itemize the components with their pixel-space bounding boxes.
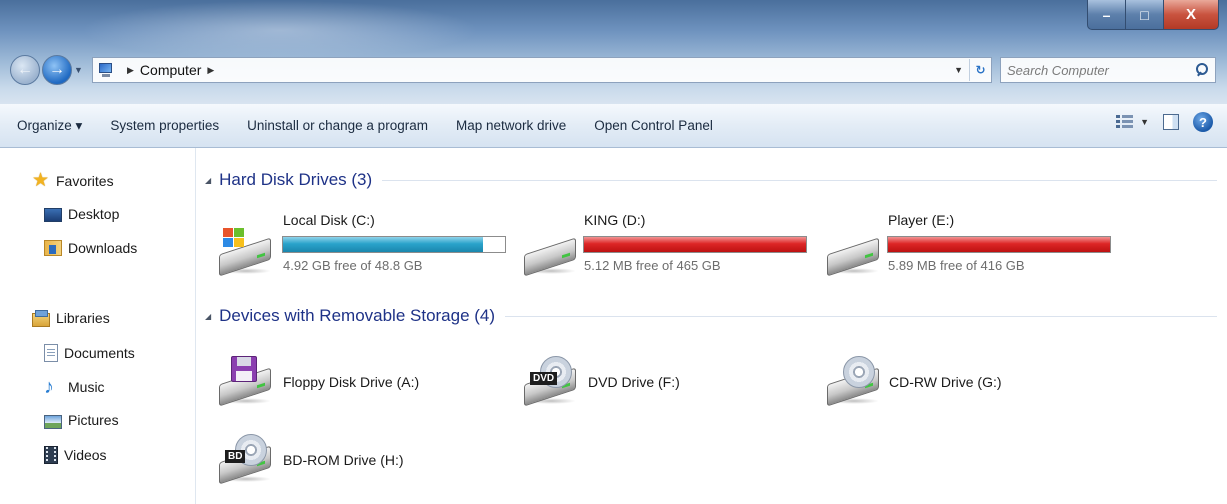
drive-item-f[interactable]: DVD DVD Drive (F:)	[522, 346, 802, 412]
address-bar[interactable]: ▶ Computer ▶ ▼ ↻	[92, 57, 992, 83]
change-view-icon[interactable]	[1116, 114, 1134, 130]
group-header-hard-disks[interactable]: ◢ Hard Disk Drives (3)	[205, 170, 1217, 190]
drive-name: DVD Drive (F:)	[588, 374, 680, 390]
drive-name: CD-RW Drive (G:)	[889, 374, 1002, 390]
breadcrumb-chevron-icon[interactable]: ▶	[207, 65, 214, 76]
address-dropdown-icon[interactable]: ▼	[954, 65, 963, 75]
nav-item-downloads[interactable]: Downloads	[44, 240, 137, 256]
star-icon: ★	[32, 170, 50, 191]
collapse-arrow-icon[interactable]: ◢	[205, 312, 211, 321]
hard-drive-windows-icon	[217, 226, 273, 277]
disk-usage-fill	[888, 237, 1110, 252]
toolbar-right-controls: ▼ ?	[1116, 112, 1213, 132]
group-header-removable-storage[interactable]: ◢ Devices with Removable Storage (4)	[205, 306, 1217, 326]
breadcrumb-computer[interactable]: Computer	[140, 62, 201, 78]
refresh-icon: ↻	[975, 63, 986, 77]
navigation-pane: ★ Favorites Desktop Downloads Libraries …	[0, 148, 196, 504]
recent-pages-dropdown[interactable]: ▼	[74, 65, 88, 75]
command-toolbar: Organize ▾ System properties Uninstall o…	[0, 104, 1227, 148]
drive-item-d[interactable]: KING (D:) 5.12 MB free of 465 GB	[522, 212, 822, 278]
pictures-icon	[44, 415, 62, 429]
drive-item-h[interactable]: BD BD-ROM Drive (H:)	[217, 428, 497, 494]
dvd-badge: DVD	[530, 372, 558, 385]
dvd-drive-icon: DVD	[522, 356, 578, 407]
documents-icon	[44, 344, 58, 362]
system-properties-button[interactable]: System properties	[96, 112, 233, 140]
preview-pane-icon[interactable]	[1163, 114, 1179, 130]
nav-libraries-label: Libraries	[56, 310, 110, 326]
computer-icon	[97, 63, 115, 77]
nav-libraries[interactable]: Libraries	[32, 310, 110, 327]
disk-usage-fill	[584, 237, 806, 252]
nav-item-label: Desktop	[68, 206, 120, 222]
minimize-button[interactable]: –	[1087, 0, 1125, 30]
nav-favorites-label: Favorites	[56, 173, 114, 189]
drive-list-area: ◢ Hard Disk Drives (3) Local Disk (C:) 4…	[197, 148, 1227, 504]
nav-item-pictures[interactable]: Pictures	[44, 412, 119, 429]
back-arrow-icon: ←	[17, 61, 33, 78]
drive-free-space: 4.92 GB free of 48.8 GB	[283, 258, 423, 273]
nav-item-label: Videos	[64, 447, 107, 463]
search-input[interactable]	[1007, 62, 1195, 78]
close-button[interactable]: X	[1163, 0, 1219, 30]
hard-drive-icon	[825, 226, 881, 277]
desktop-icon	[44, 208, 62, 222]
disk-usage-bar	[583, 236, 807, 253]
downloads-folder-icon	[44, 240, 62, 256]
disk-usage-fill	[283, 237, 483, 252]
hard-drive-icon	[522, 226, 578, 277]
drive-item-g[interactable]: CD-RW Drive (G:)	[825, 346, 1105, 412]
nav-item-label: Pictures	[68, 412, 119, 428]
back-button[interactable]: ←	[10, 55, 40, 85]
nav-item-videos[interactable]: Videos	[44, 446, 107, 464]
window-controls: – □ X	[1087, 0, 1219, 30]
cd-drive-icon	[825, 356, 881, 407]
nav-item-documents[interactable]: Documents	[44, 344, 135, 362]
collapse-arrow-icon[interactable]: ◢	[205, 176, 211, 185]
nav-item-label: Documents	[64, 345, 135, 361]
refresh-button[interactable]: ↻	[969, 59, 991, 81]
open-control-panel-button[interactable]: Open Control Panel	[580, 112, 727, 140]
nav-item-label: Music	[68, 379, 105, 395]
nav-favorites[interactable]: ★ Favorites	[32, 170, 114, 191]
nav-item-label: Downloads	[68, 240, 138, 256]
search-icon[interactable]	[1195, 63, 1209, 77]
group-divider	[505, 315, 1217, 317]
drive-free-space: 5.89 MB free of 416 GB	[888, 258, 1025, 273]
libraries-icon	[32, 310, 50, 327]
disk-usage-bar	[282, 236, 506, 253]
organize-menu-button[interactable]: Organize ▾	[0, 112, 96, 140]
drive-name: Player (E:)	[888, 212, 955, 228]
drive-free-space: 5.12 MB free of 465 GB	[584, 258, 721, 273]
drive-name: KING (D:)	[584, 212, 646, 228]
group-title: Hard Disk Drives (3)	[219, 170, 373, 189]
view-options-dropdown-icon[interactable]: ▼	[1140, 117, 1149, 127]
map-network-drive-button[interactable]: Map network drive	[442, 112, 580, 140]
navigation-row: ← → ▼ ▶ Computer ▶ ▼ ↻	[10, 52, 1220, 88]
floppy-drive-icon	[217, 356, 273, 407]
drive-name: BD-ROM Drive (H:)	[283, 452, 404, 468]
uninstall-program-button[interactable]: Uninstall or change a program	[233, 112, 442, 140]
music-note-icon: ♪	[44, 376, 54, 398]
group-title: Devices with Removable Storage (4)	[219, 306, 496, 325]
disk-usage-bar	[887, 236, 1111, 253]
help-icon[interactable]: ?	[1193, 112, 1213, 132]
title-bar: – □ X ← → ▼ ▶ Computer ▶ ▼ ↻	[0, 0, 1227, 104]
nav-item-music[interactable]: ♪ Music	[44, 376, 105, 398]
drive-name: Floppy Disk Drive (A:)	[283, 374, 420, 390]
search-box	[1000, 57, 1216, 83]
bd-badge: BD	[225, 450, 246, 463]
drive-item-c[interactable]: Local Disk (C:) 4.92 GB free of 48.8 GB	[217, 212, 517, 278]
bd-drive-icon: BD	[217, 434, 273, 485]
film-strip-icon	[44, 446, 58, 464]
drive-item-a[interactable]: Floppy Disk Drive (A:)	[217, 346, 497, 412]
drive-item-e[interactable]: Player (E:) 5.89 MB free of 416 GB	[825, 212, 1125, 278]
maximize-button[interactable]: □	[1125, 0, 1163, 30]
group-divider	[382, 179, 1217, 181]
drive-name: Local Disk (C:)	[283, 212, 375, 228]
forward-button[interactable]: →	[42, 55, 72, 85]
forward-arrow-icon: →	[49, 61, 65, 78]
breadcrumb-chevron-icon[interactable]: ▶	[127, 65, 134, 76]
nav-item-desktop[interactable]: Desktop	[44, 206, 119, 222]
